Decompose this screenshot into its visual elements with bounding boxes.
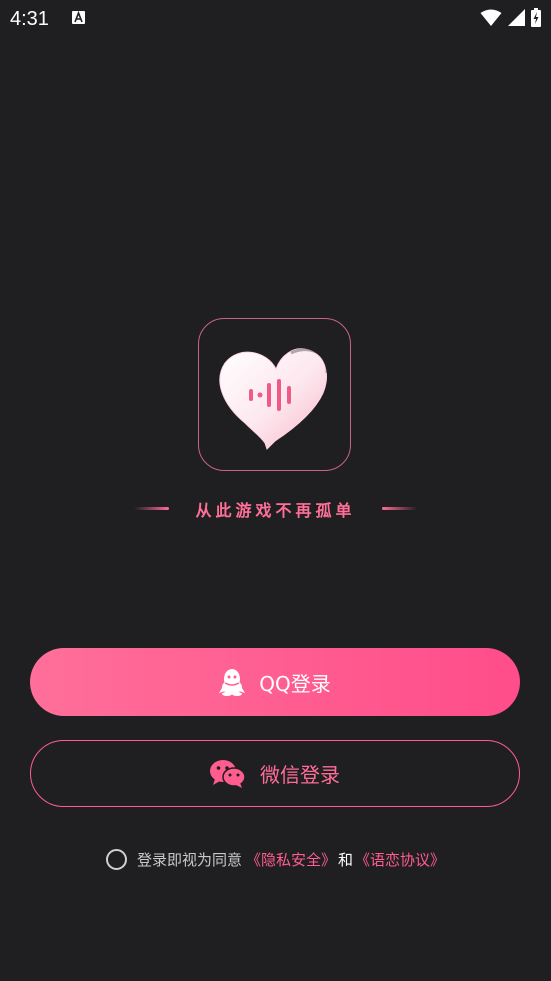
status-time: 4:31 [10,8,49,30]
agreement-and: 和 [338,850,354,869]
slogan-text: 从此游戏不再孤单 [195,501,356,520]
qq-login-button[interactable]: QQ登录 [30,648,520,716]
wifi-icon [480,9,502,26]
agreement-checkbox[interactable] [105,848,127,870]
agreement-prefix: 登录即视为同意 [136,850,242,869]
slogan-row: 从此游戏不再孤单 [0,495,551,521]
qq-penguin-icon [219,669,246,696]
wechat-login-button[interactable]: 微信登录 [30,740,520,807]
status-bar: 4:31 [0,0,551,38]
qq-login-label: QQ登录 [259,671,331,696]
battery-icon [531,8,541,27]
app-logo [198,318,351,471]
agreement-row: 登录即视为同意 《隐私安全》 和 《语恋协议》 [0,846,551,872]
accessibility-a-icon [72,11,85,24]
slogan-divider-right [382,507,417,510]
wechat-login-label: 微信登录 [260,763,340,787]
heart-voice-logo-icon [219,348,329,450]
wechat-icon [210,759,246,788]
protocol-link[interactable]: 《语恋协议》 [355,849,445,870]
cell-signal-icon [508,9,525,26]
privacy-link[interactable]: 《隐私安全》 [246,849,336,870]
